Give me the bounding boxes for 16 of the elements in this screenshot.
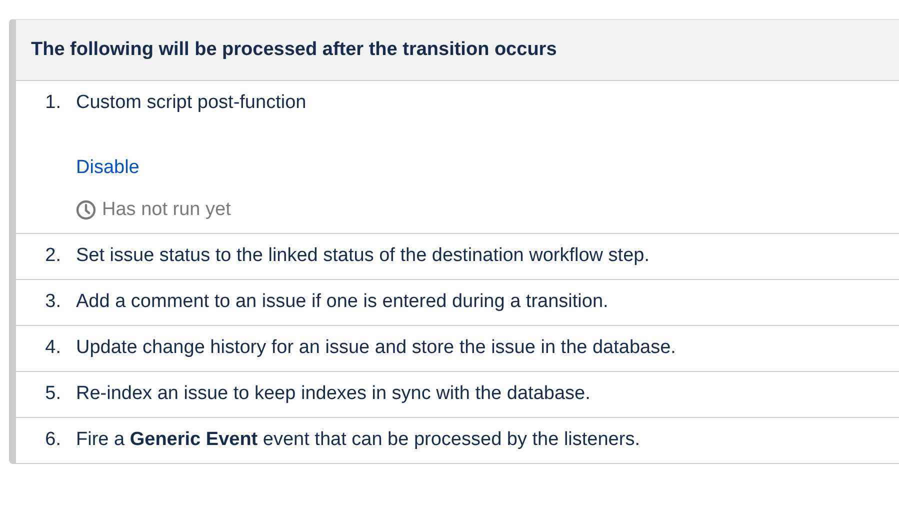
panel-title: The following will be processed after the transition occurs	[16, 20, 899, 81]
status-text: Has not run yet	[102, 199, 231, 221]
item-text: Set issue status to the linked status of the destination workflow step.	[76, 245, 650, 267]
item-number: 6.	[44, 429, 61, 451]
clock-icon	[76, 200, 96, 220]
item-text: Custom script post-function	[76, 92, 306, 114]
item-text: Add a comment to an issue if one is entered during a transition.	[76, 291, 608, 313]
item-number: 5.	[44, 383, 61, 405]
item-text: Fire a Generic Event event that can be processed by the listeners.	[76, 429, 640, 451]
item-text: Re-index an issue to keep indexes in sync with the database.	[76, 383, 590, 405]
item-number: 2.	[44, 245, 61, 267]
item-number: 3.	[44, 291, 61, 313]
item-number: 4.	[44, 337, 61, 359]
item-text: Update change history for an issue and store the issue in the database.	[76, 337, 676, 359]
disable-link[interactable]: Disable	[76, 157, 140, 179]
item-number: 1.	[44, 92, 61, 114]
